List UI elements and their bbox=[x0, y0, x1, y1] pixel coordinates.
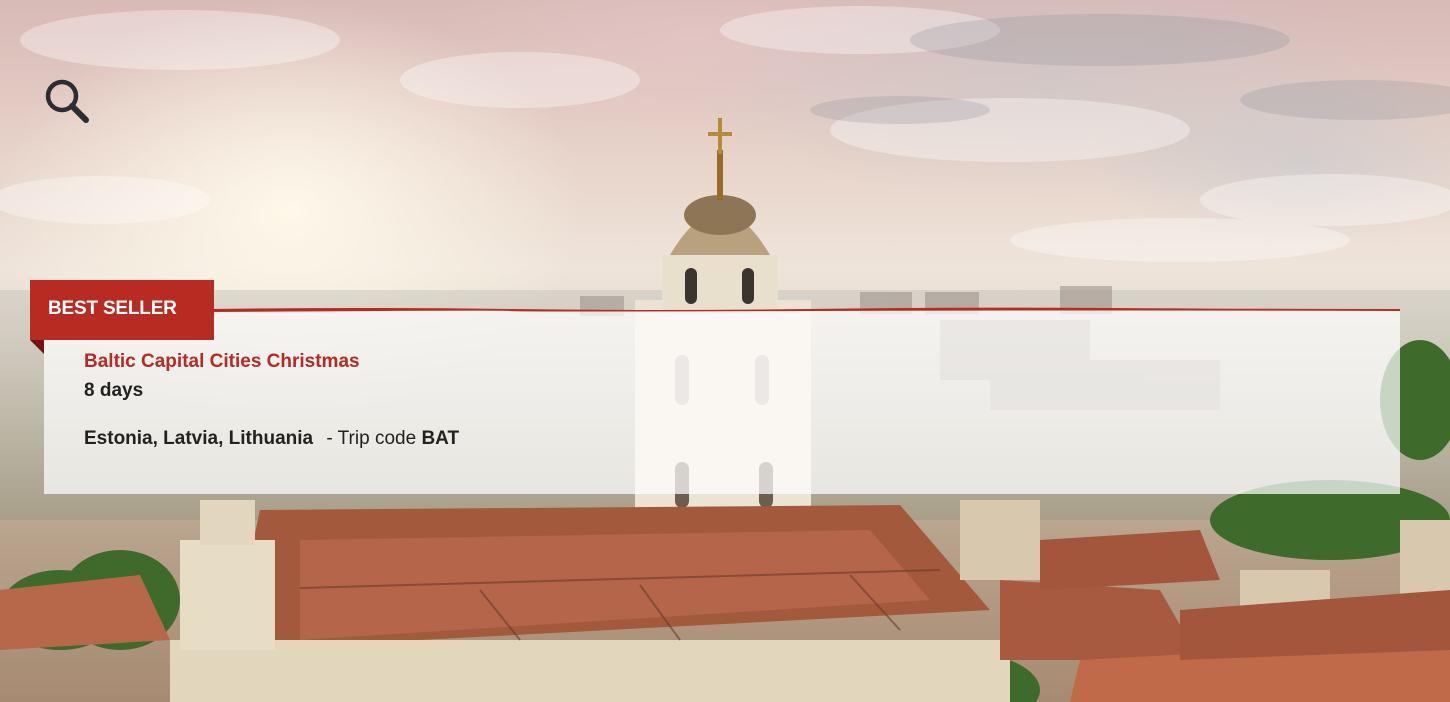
best-seller-badge: BEST SELLER bbox=[30, 280, 214, 340]
hero-banner: BEST SELLER Baltic Capital Cities Christ… bbox=[0, 0, 1450, 702]
badge-fold bbox=[30, 340, 44, 354]
search-icon bbox=[45, 79, 89, 123]
trip-meta: Estonia, Latvia, Lithuania - Trip code B… bbox=[84, 428, 459, 450]
trip-code: BAT bbox=[421, 428, 460, 449]
trip-title-link[interactable]: Baltic Capital Cities Christmas bbox=[84, 351, 360, 373]
trip-info-card bbox=[44, 310, 1400, 494]
trip-countries: Estonia, Latvia, Lithuania bbox=[84, 428, 314, 449]
trip-code-prefix: - Trip code bbox=[326, 428, 417, 449]
badge-label: BEST SELLER bbox=[48, 298, 177, 319]
trip-duration: 8 days bbox=[84, 380, 144, 401]
search-button[interactable] bbox=[40, 74, 92, 126]
brush-stroke-divider bbox=[210, 307, 1400, 312]
